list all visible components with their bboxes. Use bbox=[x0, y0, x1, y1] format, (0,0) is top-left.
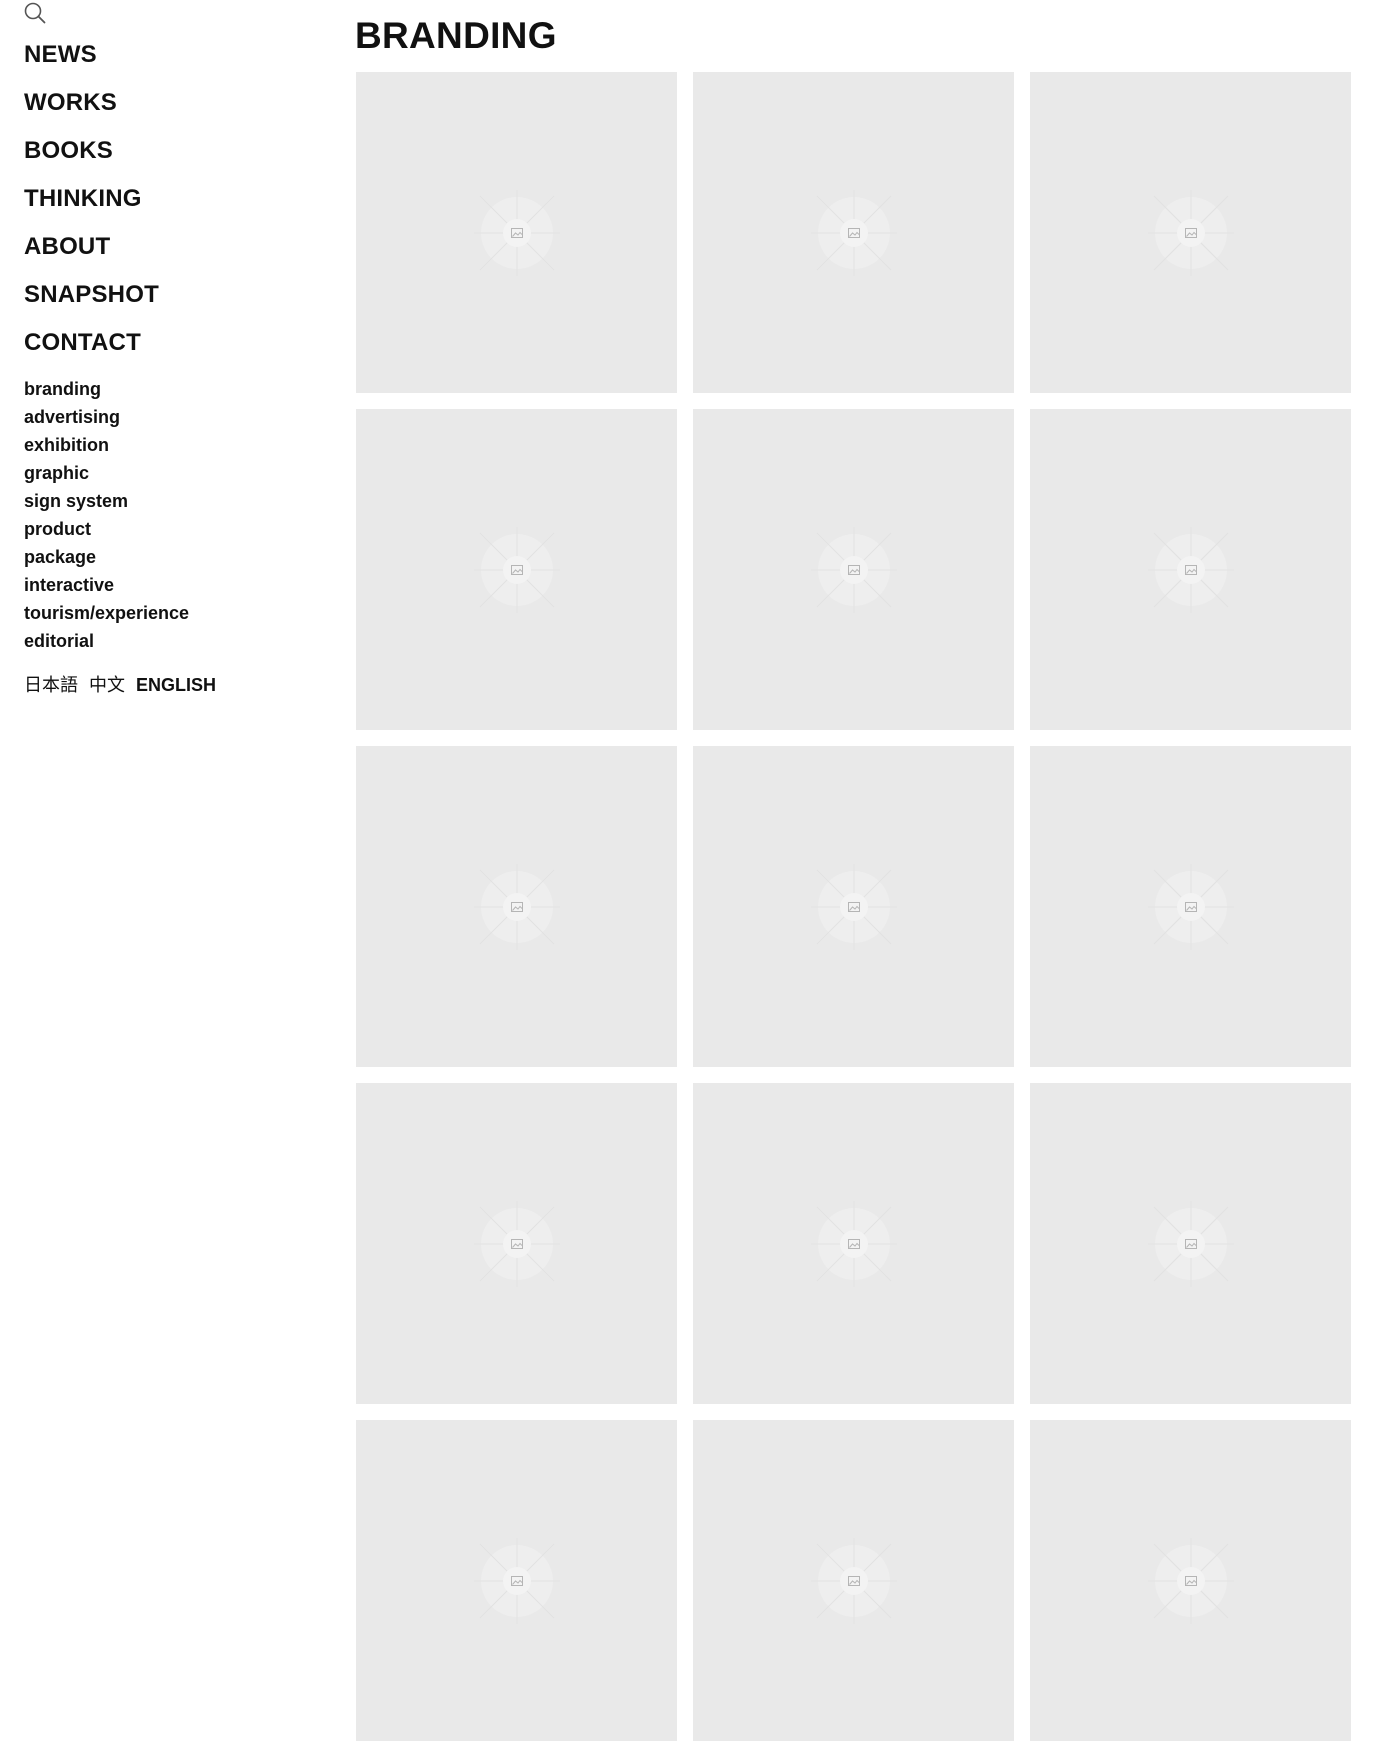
category-tourism-experience[interactable]: tourism/experience bbox=[24, 599, 189, 627]
category-editorial[interactable]: editorial bbox=[24, 627, 189, 655]
language-switcher: 日本語 中文 ENGLISH bbox=[24, 672, 222, 698]
image-placeholder-icon bbox=[473, 189, 560, 276]
image-placeholder-icon bbox=[473, 526, 560, 613]
nav-item-contact[interactable]: CONTACT bbox=[24, 326, 159, 374]
category-package[interactable]: package bbox=[24, 543, 189, 571]
category-sign-system[interactable]: sign system bbox=[24, 487, 189, 515]
image-placeholder-icon bbox=[473, 1200, 560, 1287]
category-interactive[interactable]: interactive bbox=[24, 571, 189, 599]
nav-item-news[interactable]: NEWS bbox=[24, 38, 159, 86]
work-tile[interactable] bbox=[693, 1083, 1014, 1404]
works-grid bbox=[356, 72, 1351, 1741]
sidebar: NEWS WORKS BOOKS THINKING ABOUT SNAPSHOT… bbox=[0, 0, 330, 1743]
category-nav: branding advertising exhibition graphic … bbox=[24, 375, 189, 655]
work-tile[interactable] bbox=[356, 72, 677, 393]
language-japanese[interactable]: 日本語 bbox=[24, 675, 78, 695]
category-advertising[interactable]: advertising bbox=[24, 403, 189, 431]
work-tile[interactable] bbox=[356, 1420, 677, 1741]
work-tile[interactable] bbox=[1030, 1083, 1351, 1404]
work-tile[interactable] bbox=[1030, 409, 1351, 730]
image-placeholder-icon bbox=[810, 863, 897, 950]
image-placeholder-icon bbox=[473, 863, 560, 950]
work-tile[interactable] bbox=[693, 72, 1014, 393]
image-placeholder-icon bbox=[810, 1537, 897, 1624]
work-tile[interactable] bbox=[356, 746, 677, 1067]
work-tile[interactable] bbox=[1030, 746, 1351, 1067]
search-icon bbox=[24, 2, 46, 24]
category-graphic[interactable]: graphic bbox=[24, 459, 189, 487]
category-exhibition[interactable]: exhibition bbox=[24, 431, 189, 459]
work-tile[interactable] bbox=[356, 409, 677, 730]
search-button[interactable] bbox=[23, 1, 47, 25]
work-tile[interactable] bbox=[693, 1420, 1014, 1741]
image-placeholder-icon bbox=[473, 1537, 560, 1624]
work-tile[interactable] bbox=[1030, 72, 1351, 393]
work-tile[interactable] bbox=[693, 746, 1014, 1067]
image-placeholder-icon bbox=[1147, 863, 1234, 950]
page-title: BRANDING bbox=[355, 15, 557, 56]
nav-item-works[interactable]: WORKS bbox=[24, 86, 159, 134]
image-placeholder-icon bbox=[810, 526, 897, 613]
nav-item-snapshot[interactable]: SNAPSHOT bbox=[24, 278, 159, 326]
image-placeholder-icon bbox=[1147, 189, 1234, 276]
image-placeholder-icon bbox=[810, 1200, 897, 1287]
category-product[interactable]: product bbox=[24, 515, 189, 543]
main-nav: NEWS WORKS BOOKS THINKING ABOUT SNAPSHOT… bbox=[24, 38, 159, 374]
category-branding[interactable]: branding bbox=[24, 375, 189, 403]
nav-item-about[interactable]: ABOUT bbox=[24, 230, 159, 278]
image-placeholder-icon bbox=[1147, 1537, 1234, 1624]
work-tile[interactable] bbox=[356, 1083, 677, 1404]
nav-item-thinking[interactable]: THINKING bbox=[24, 182, 159, 230]
work-tile[interactable] bbox=[693, 409, 1014, 730]
language-english[interactable]: ENGLISH bbox=[136, 675, 216, 695]
image-placeholder-icon bbox=[1147, 1200, 1234, 1287]
image-placeholder-icon bbox=[1147, 526, 1234, 613]
image-placeholder-icon bbox=[810, 189, 897, 276]
nav-item-books[interactable]: BOOKS bbox=[24, 134, 159, 182]
language-chinese[interactable]: 中文 bbox=[89, 675, 125, 695]
work-tile[interactable] bbox=[1030, 1420, 1351, 1741]
